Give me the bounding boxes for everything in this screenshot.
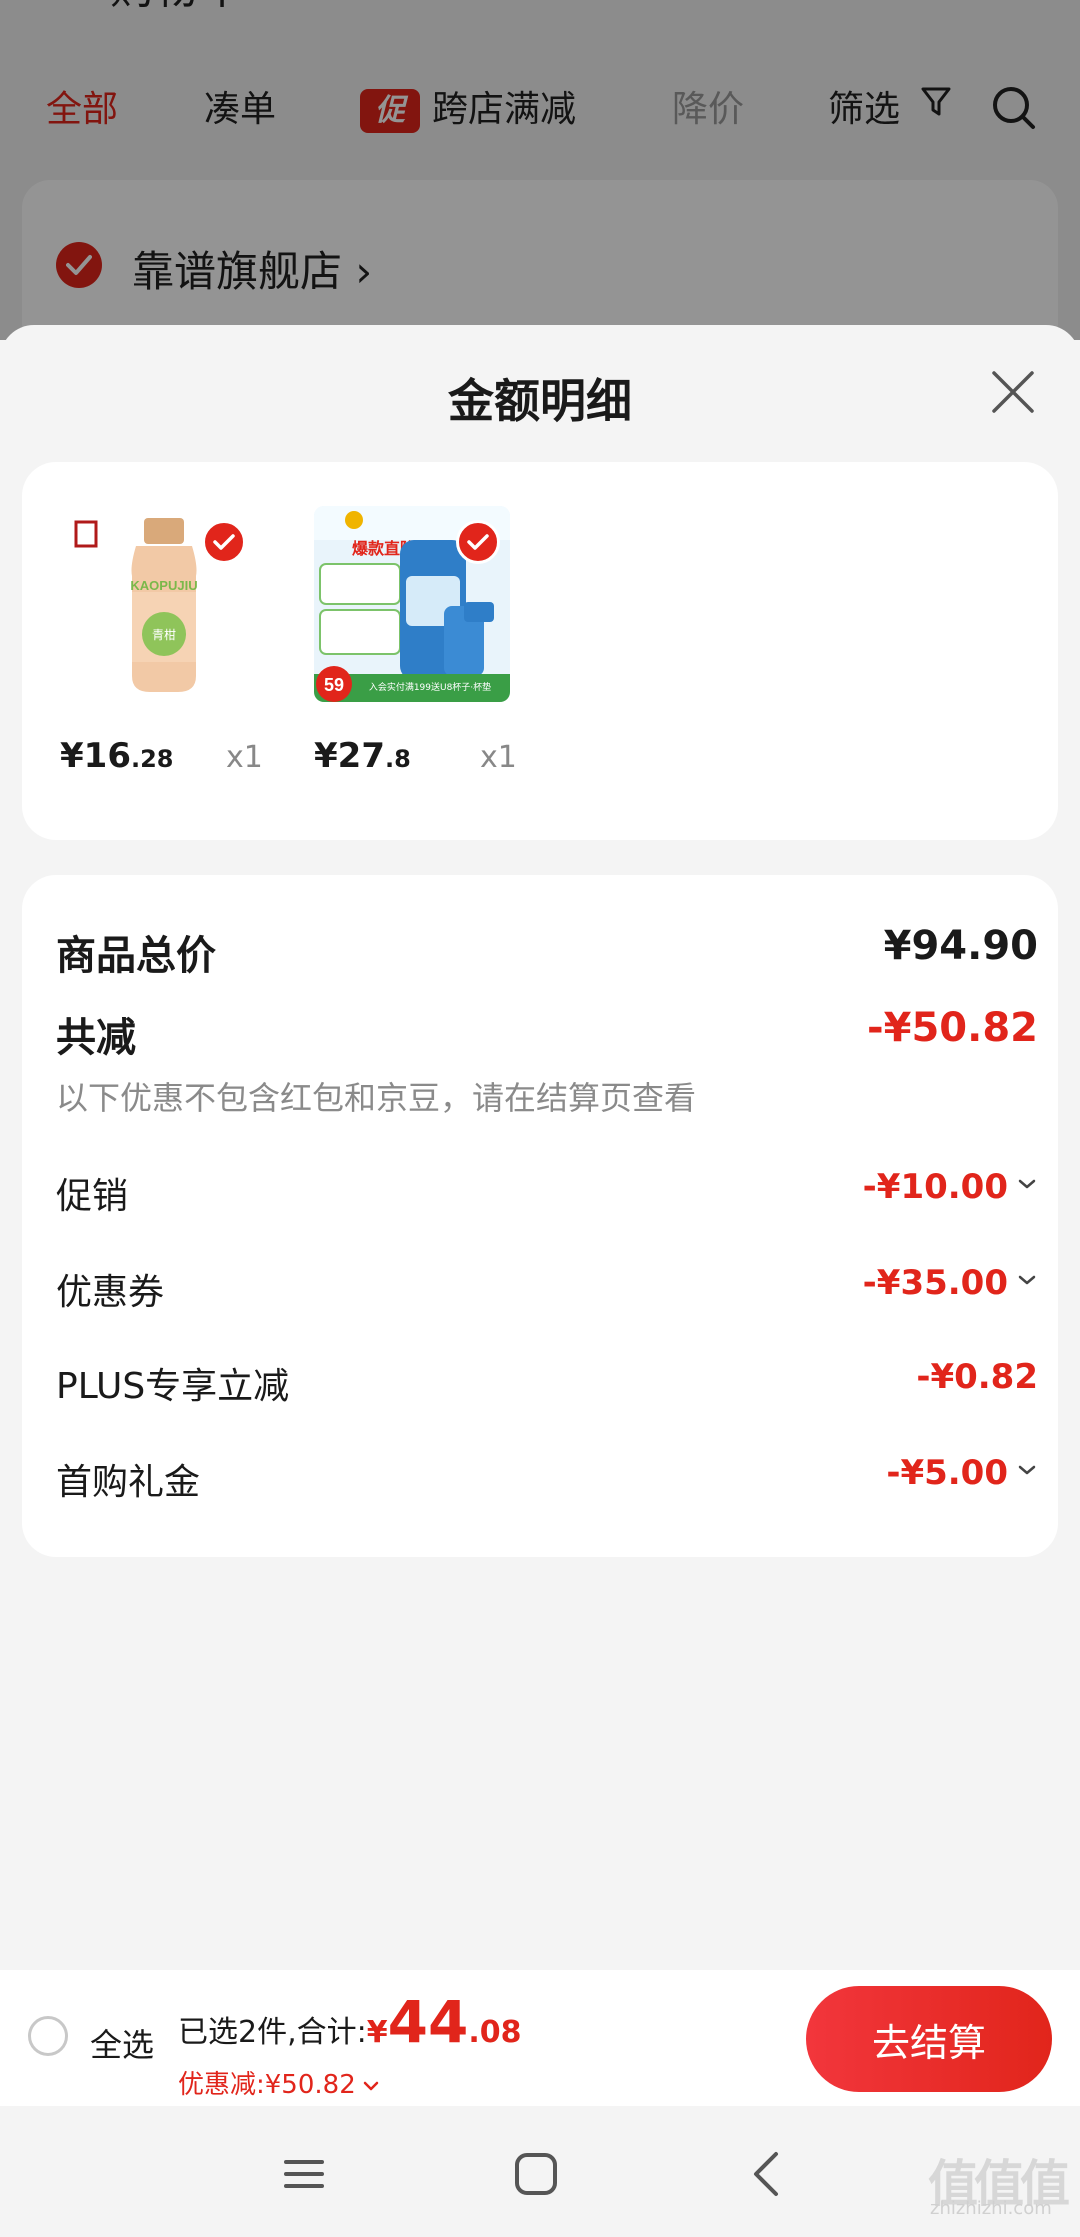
chevron-down-icon <box>363 2081 378 2090</box>
back-icon[interactable] <box>738 2144 798 2204</box>
promotion-value: -¥10.00 <box>862 1167 1008 1207</box>
price-integer: ¥27 <box>314 736 385 776</box>
promotion-label: 促销 <box>56 1176 129 1217</box>
select-all-checkbox[interactable] <box>28 2016 68 2056</box>
total-price-label: 商品总价 <box>56 933 216 979</box>
watermark-logo: 值值值 zhizhizhi.com <box>928 2144 1070 2224</box>
product-price: ¥16.28 <box>60 736 174 776</box>
price-detail-card: 商品总价 ¥94.90 共减 -¥50.82 以下优惠不包含红包和京豆，请在结算… <box>22 875 1058 1557</box>
chevron-down-icon[interactable] <box>1016 1459 1038 1481</box>
total-reduction-value: -¥50.82 <box>867 1005 1038 1051</box>
selected-count-text: 已选2件,合计: <box>178 2015 367 2050</box>
discount-summary-text: 优惠减:¥50.82 <box>178 2070 356 2100</box>
discount-summary[interactable]: 优惠减:¥50.82 <box>178 2064 380 2101</box>
chevron-down-icon[interactable] <box>1016 1173 1038 1195</box>
svg-text:KAOPUJIU: KAOPUJIU <box>130 578 197 593</box>
product-quantity: x1 <box>226 740 263 775</box>
order-summary: 已选2件,合计:¥44.08 <box>178 1988 521 2056</box>
product-check-icon[interactable] <box>202 520 246 564</box>
product-price: ¥27.8 <box>314 736 411 776</box>
background-cart-page: ‹ 购物车 全部 凑单 促跨店满减 降价 筛选 靠谱旗舰店 › <box>0 0 1080 340</box>
first-purchase-gift-label: 首购礼金 <box>56 1462 201 1503</box>
product-quantity: x1 <box>480 740 517 775</box>
total-integer: 44 <box>387 1988 469 2056</box>
select-all-label[interactable]: 全选 <box>90 2020 154 2066</box>
first-purchase-gift-value: -¥5.00 <box>886 1453 1008 1493</box>
plus-discount-value: -¥0.82 <box>916 1357 1038 1397</box>
watermark-url: zhizhizhi.com <box>930 2198 1052 2219</box>
sheet-title: 金额明细 <box>448 374 632 428</box>
chevron-down-icon[interactable] <box>1016 1269 1038 1291</box>
price-integer: ¥16 <box>60 736 131 776</box>
total-price-value: ¥94.90 <box>883 923 1038 969</box>
coupon-value: -¥35.00 <box>862 1263 1008 1303</box>
checkout-button[interactable]: 去结算 <box>806 1986 1052 2092</box>
price-decimal: .28 <box>130 745 174 773</box>
checkout-button-label: 去结算 <box>871 2020 986 2065</box>
close-icon[interactable] <box>988 367 1038 417</box>
recent-apps-icon[interactable] <box>274 2144 334 2204</box>
svg-text:59: 59 <box>324 675 344 695</box>
selected-products-card: KAOPUJIU 青柑 ¥16.28 x1 爆款直降 59 入会实付满199送U… <box>22 462 1058 840</box>
modal-overlay[interactable] <box>0 0 1080 340</box>
amount-detail-sheet: 金额明细 KAOPUJIU 青柑 ¥16.28 x1 爆款直降 59 入会实付满… <box>0 325 1080 2237</box>
home-icon[interactable] <box>506 2144 566 2204</box>
product-check-icon[interactable] <box>456 520 500 564</box>
total-currency: ¥ <box>366 2015 388 2050</box>
checkout-bar: 全选 已选2件,合计:¥44.08 优惠减:¥50.82 去结算 <box>0 1970 1080 2106</box>
price-decimal: .8 <box>384 745 411 773</box>
discount-note-text: 以下优惠不包含红包和京豆，请在结算页查看 <box>56 1079 697 1117</box>
system-navigation-bar: 值值值 zhizhizhi.com <box>0 2106 1080 2237</box>
coupon-label: 优惠券 <box>56 1272 165 1313</box>
svg-text:青柑: 青柑 <box>152 627 176 642</box>
plus-discount-label: PLUS专享立减 <box>56 1366 290 1407</box>
total-reduction-label: 共减 <box>56 1015 136 1061</box>
total-decimal: .08 <box>468 2015 522 2050</box>
svg-text:入会实付满199送U8杯子·杯垫: 入会实付满199送U8杯子·杯垫 <box>369 681 491 693</box>
